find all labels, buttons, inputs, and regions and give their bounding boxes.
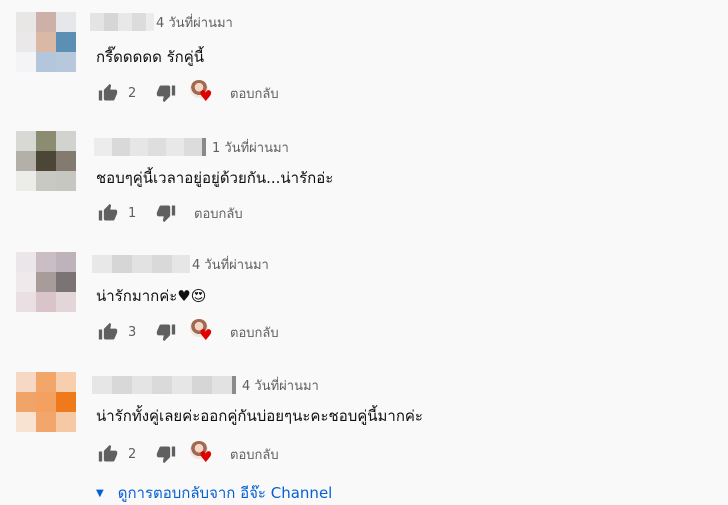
caret-down-icon: ▼ [96, 487, 104, 499]
heart-icon: ♥ [199, 326, 213, 344]
comment-header: 4 วันที่ผ่านมา [92, 254, 269, 274]
heart-icon: ♥ [199, 87, 213, 105]
reply-button[interactable]: ตอบกลับ [230, 83, 279, 104]
creator-heart-icon: ♥ [190, 80, 216, 106]
comment-text: น่ารักมากค่ะ♥😍 [96, 287, 207, 305]
comment-timestamp[interactable]: 4 วันที่ผ่านมา [242, 375, 319, 396]
reply-button[interactable]: ตอบกลับ [230, 444, 279, 465]
heart-icon: ♥ [199, 448, 213, 466]
comment-actions: 2 ♥ ตอบกลับ [96, 80, 279, 106]
like-count: 3 [128, 324, 137, 340]
thumbs-up-icon[interactable] [96, 320, 120, 344]
comment-actions: 1 ตอบกลับ [96, 201, 243, 225]
avatar[interactable] [16, 372, 76, 432]
comment-actions: 2 ♥ ตอบกลับ [96, 441, 279, 467]
creator-heart-icon: ♥ [190, 319, 216, 345]
comment-timestamp[interactable]: 4 วันที่ผ่านมา [192, 254, 269, 275]
like-count: 2 [128, 85, 137, 101]
like-count: 1 [128, 205, 137, 221]
reply-button[interactable]: ตอบกลับ [194, 203, 243, 224]
avatar[interactable] [16, 12, 76, 72]
avatar[interactable] [16, 131, 76, 191]
thumbs-up-icon[interactable] [96, 201, 120, 225]
creator-heart-icon: ♥ [190, 441, 216, 467]
comment-header: 4 วันที่ผ่านมา [92, 375, 319, 395]
thumbs-down-icon[interactable] [154, 201, 178, 225]
comment-text: ชอบๆคู่นี้เวลาอยู่อยู่ด้วยกัน...น่ารักอ่… [96, 169, 334, 187]
author-name[interactable] [92, 255, 190, 273]
avatar[interactable] [16, 252, 76, 312]
comment-timestamp[interactable]: 4 วันที่ผ่านมา [156, 12, 233, 33]
view-replies-button[interactable]: ▼ ดูการตอบกลับจาก อีจ๊ะ Channel [96, 481, 332, 505]
comment-text: น่ารักทั้งคู่เลยค่ะออกคู่กันบ่อยๆนะคะชอบ… [96, 407, 423, 425]
comment-timestamp[interactable]: 1 วันที่ผ่านมา [212, 137, 289, 158]
thumbs-down-icon[interactable] [154, 81, 178, 105]
thumbs-up-icon[interactable] [96, 442, 120, 466]
thumbs-up-icon[interactable] [96, 81, 120, 105]
like-count: 2 [128, 446, 137, 462]
comment-header: 1 วันที่ผ่านมา [94, 137, 289, 157]
author-name[interactable] [92, 376, 236, 394]
reply-button[interactable]: ตอบกลับ [230, 322, 279, 343]
thumbs-down-icon[interactable] [154, 320, 178, 344]
comment-header: 4 วันที่ผ่านมา [90, 12, 233, 32]
comment-actions: 3 ♥ ตอบกลับ [96, 319, 279, 345]
author-name[interactable] [90, 13, 154, 31]
comment-text: กรี๊ดดดดด รักคู่นี้ [96, 48, 205, 66]
thumbs-down-icon[interactable] [154, 442, 178, 466]
view-replies-label: ดูการตอบกลับจาก อีจ๊ะ Channel [117, 484, 333, 502]
author-name[interactable] [94, 138, 206, 156]
